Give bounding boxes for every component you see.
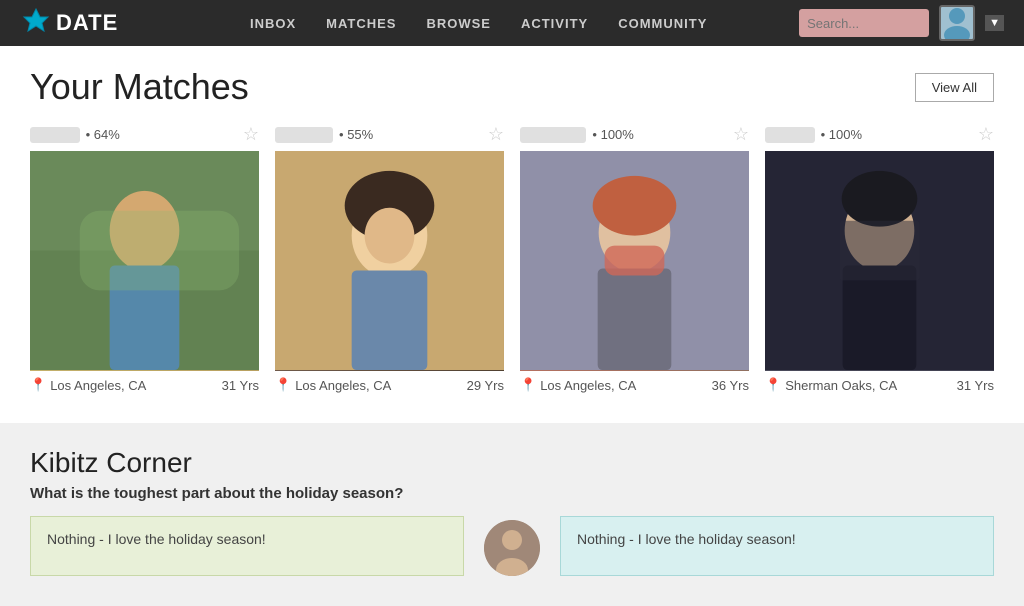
- match-photo[interactable]: [275, 151, 504, 371]
- match-footer: 📍 Los Angeles, CA 36 Yrs: [520, 377, 749, 393]
- pin-icon: 📍: [275, 377, 291, 393]
- search-input[interactable]: [799, 9, 929, 37]
- favorite-star-icon[interactable]: ☆: [978, 124, 994, 145]
- kibitz-title: Kibitz Corner: [30, 447, 994, 479]
- match-card-header: •••••••• • 64% ☆: [30, 124, 259, 145]
- jdate-logo-icon: [20, 7, 52, 39]
- favorite-star-icon[interactable]: ☆: [733, 124, 749, 145]
- photo-svg: [765, 151, 994, 370]
- logo-text: DATE: [56, 10, 118, 36]
- nav-activity[interactable]: ACTIVITY: [521, 16, 588, 31]
- photo-svg: [520, 151, 749, 370]
- match-age: 36 Yrs: [712, 378, 749, 393]
- match-age: 29 Yrs: [467, 378, 504, 393]
- kibitz-card-right[interactable]: Nothing - I love the holiday season!: [560, 516, 994, 576]
- nav-right: ▼: [799, 5, 1004, 41]
- match-info: •••••••• • 64%: [30, 127, 120, 143]
- match-percent: • 55%: [339, 127, 373, 142]
- match-card-header: •••••••••••• • 100% ☆: [520, 124, 749, 145]
- match-name-blurred: ••••••••: [765, 127, 815, 143]
- nav-links: INBOX MATCHES BROWSE ACTIVITY COMMUNITY: [158, 16, 799, 31]
- kibitz-avatar-icon: [484, 520, 540, 576]
- match-location: 📍 Los Angeles, CA: [520, 377, 636, 393]
- logo[interactable]: DATE: [20, 7, 118, 39]
- match-card-header: •••••••• • 100% ☆: [765, 124, 994, 145]
- nav-matches[interactable]: MATCHES: [326, 16, 396, 31]
- kibitz-card-left[interactable]: Nothing - I love the holiday season!: [30, 516, 464, 576]
- pin-icon: 📍: [30, 377, 46, 393]
- avatar[interactable]: [939, 5, 975, 41]
- match-footer: 📍 Los Angeles, CA 31 Yrs: [30, 377, 259, 393]
- match-location: 📍 Los Angeles, CA: [275, 377, 391, 393]
- page-header: Your Matches View All: [30, 66, 994, 108]
- match-card[interactable]: •••••••••• • 55% ☆ 📍 Los Angeles, CA: [275, 124, 504, 393]
- match-age: 31 Yrs: [957, 378, 994, 393]
- favorite-star-icon[interactable]: ☆: [488, 124, 504, 145]
- match-info: •••••••••••• • 100%: [520, 127, 634, 143]
- match-age: 31 Yrs: [222, 378, 259, 393]
- match-location: 📍 Los Angeles, CA: [30, 377, 146, 393]
- kibitz-avatar[interactable]: [484, 520, 540, 576]
- match-photo[interactable]: [765, 151, 994, 371]
- match-card-header: •••••••••• • 55% ☆: [275, 124, 504, 145]
- match-info: •••••••• • 100%: [765, 127, 862, 143]
- match-location: 📍 Sherman Oaks, CA: [765, 377, 897, 393]
- favorite-star-icon[interactable]: ☆: [243, 124, 259, 145]
- match-percent: • 100%: [821, 127, 862, 142]
- match-footer: 📍 Los Angeles, CA 29 Yrs: [275, 377, 504, 393]
- avatar-icon: [941, 5, 973, 41]
- page-title: Your Matches: [30, 66, 249, 108]
- match-name-blurred: ••••••••••••: [520, 127, 586, 143]
- match-footer: 📍 Sherman Oaks, CA 31 Yrs: [765, 377, 994, 393]
- pin-icon: 📍: [765, 377, 781, 393]
- match-percent: • 64%: [86, 127, 120, 142]
- photo-svg: [275, 151, 504, 370]
- match-photo[interactable]: [520, 151, 749, 371]
- nav-community[interactable]: COMMUNITY: [618, 16, 707, 31]
- match-card[interactable]: •••••••• • 64% ☆ 📍 Los Angeles, CA: [30, 124, 259, 393]
- nav-inbox[interactable]: INBOX: [250, 16, 296, 31]
- main-content: Your Matches View All •••••••• • 64% ☆: [0, 46, 1024, 423]
- kibitz-section: Kibitz Corner What is the toughest part …: [0, 423, 1024, 606]
- match-info: •••••••••• • 55%: [275, 127, 373, 143]
- match-name-blurred: ••••••••: [30, 127, 80, 143]
- matches-grid: •••••••• • 64% ☆ 📍 Los Angeles, CA: [30, 124, 994, 393]
- main-nav: DATE INBOX MATCHES BROWSE ACTIVITY COMMU…: [0, 0, 1024, 46]
- kibitz-cards: Nothing - I love the holiday season! Not…: [30, 516, 994, 576]
- match-photo[interactable]: [30, 151, 259, 371]
- view-all-button[interactable]: View All: [915, 73, 994, 102]
- match-card[interactable]: •••••••••••• • 100% ☆ 📍 Los Angeles, CA: [520, 124, 749, 393]
- match-name-blurred: ••••••••••: [275, 127, 333, 143]
- nav-browse[interactable]: BROWSE: [426, 16, 491, 31]
- nav-dropdown-button[interactable]: ▼: [985, 15, 1004, 31]
- match-card[interactable]: •••••••• • 100% ☆ 📍 Sherman Oaks, CA: [765, 124, 994, 393]
- kibitz-question: What is the toughest part about the holi…: [30, 485, 994, 502]
- pin-icon: 📍: [520, 377, 536, 393]
- photo-svg: [30, 151, 259, 370]
- match-percent: • 100%: [592, 127, 633, 142]
